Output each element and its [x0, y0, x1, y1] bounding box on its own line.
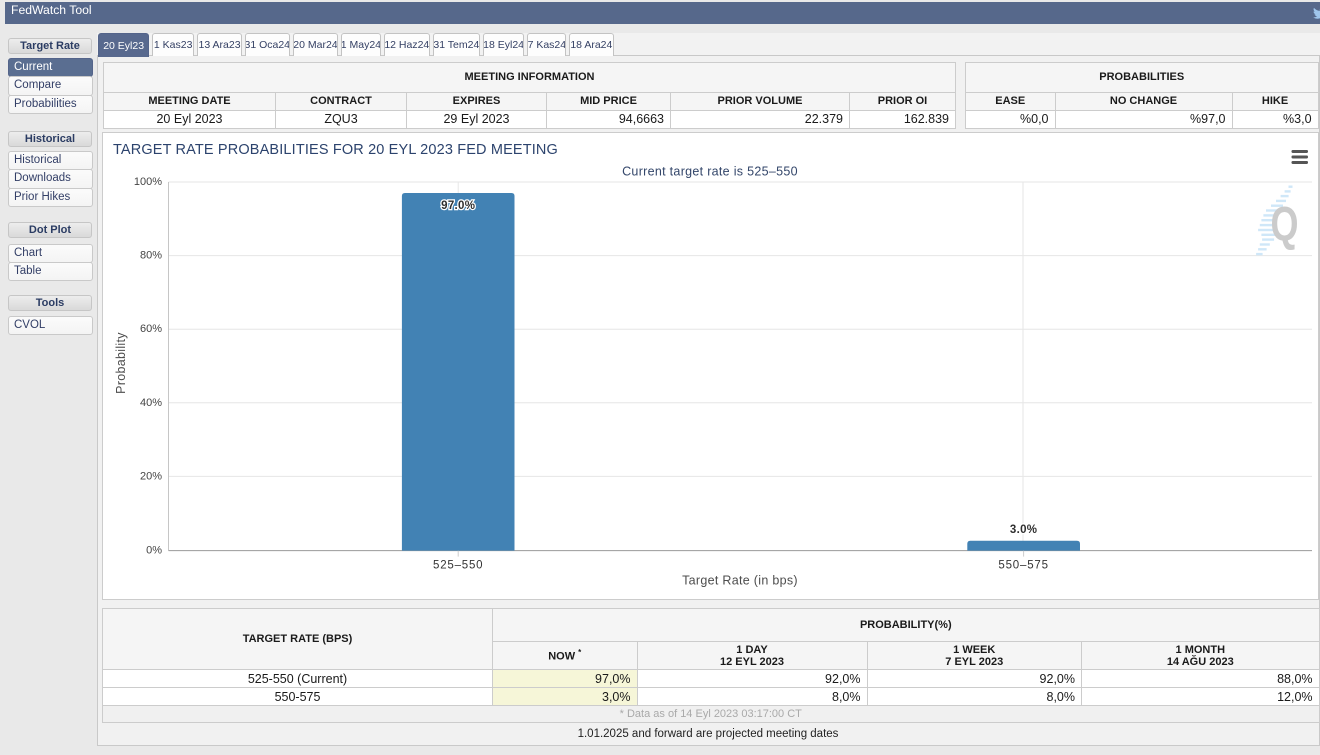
svg-text:TARGET RATE PROBABILITIES FOR: TARGET RATE PROBABILITIES FOR 20 EYL 202…	[113, 142, 558, 158]
svg-text:97.0%: 97.0%	[441, 200, 475, 212]
svg-text:20%: 20%	[140, 470, 162, 482]
svg-text:100%: 100%	[134, 176, 162, 188]
svg-text:Target Rate (in bps): Target Rate (in bps)	[682, 574, 798, 588]
svg-text:Q: Q	[1271, 199, 1299, 252]
svg-text:0%: 0%	[146, 545, 162, 557]
svg-text:Current target rate is 525–550: Current target rate is 525–550	[622, 165, 798, 179]
svg-text:3.0%: 3.0%	[1010, 524, 1037, 536]
svg-text:40%: 40%	[140, 397, 162, 409]
svg-text:80%: 80%	[140, 250, 162, 262]
svg-text:60%: 60%	[140, 323, 162, 335]
svg-text:525–550: 525–550	[433, 560, 483, 572]
svg-text:550–575: 550–575	[998, 560, 1048, 572]
svg-text:Probability: Probability	[114, 332, 128, 394]
